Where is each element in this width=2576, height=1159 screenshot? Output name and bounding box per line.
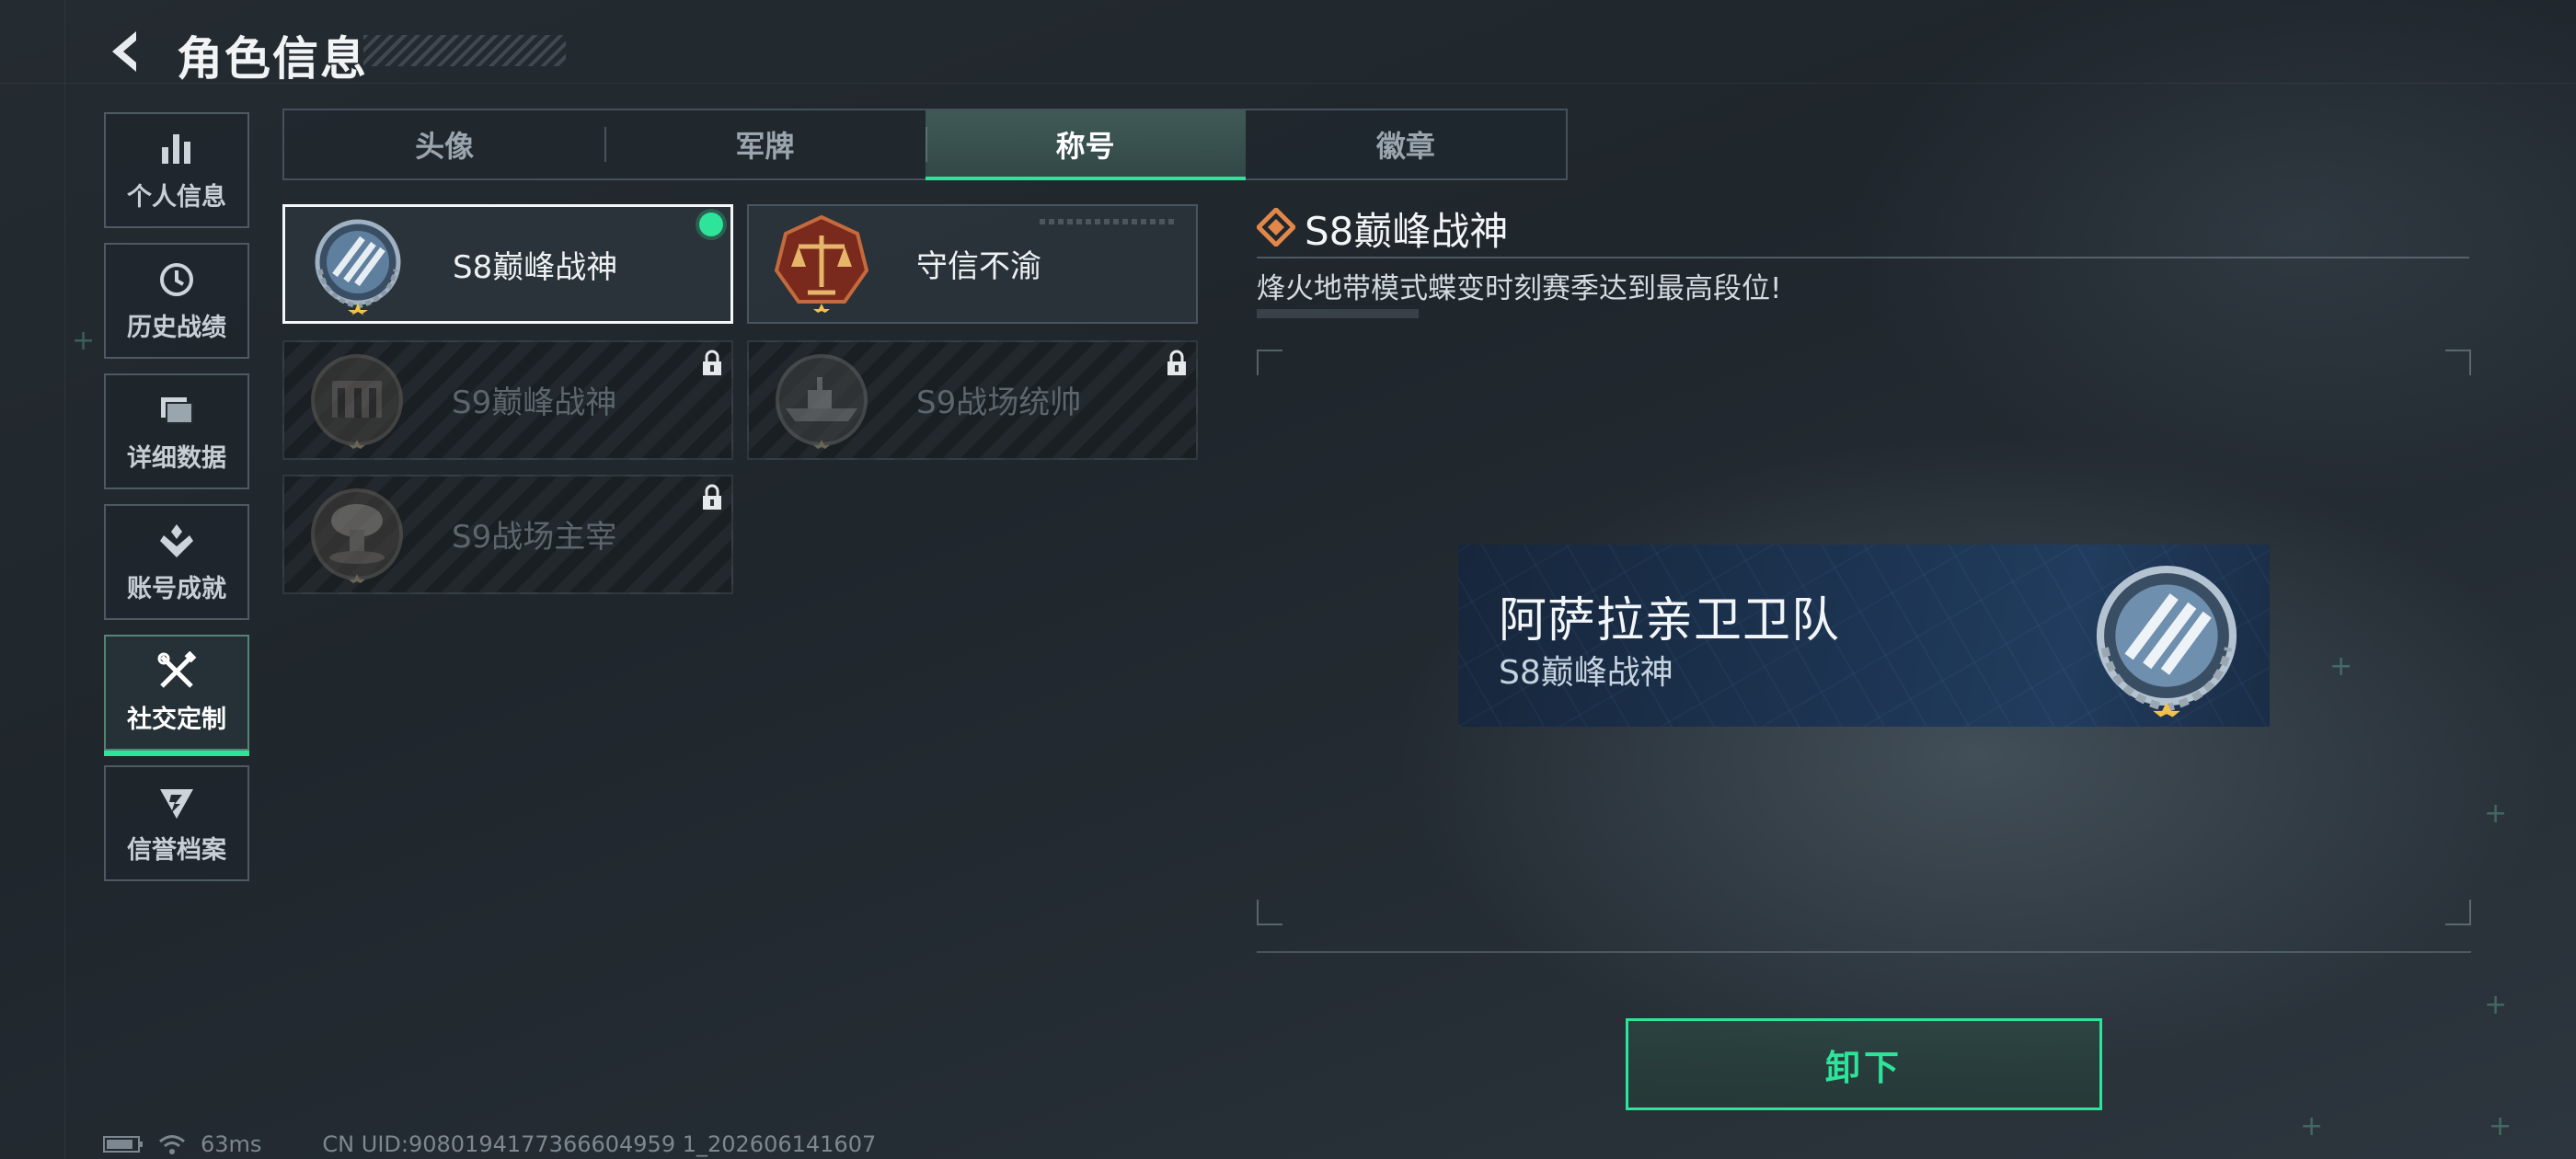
title-card-s9-peak[interactable]: S9巅峰战神 [282,340,733,460]
detail-decoration [1257,309,1419,318]
frame-corner [2445,350,2471,375]
tab-avatar[interactable]: 头像 [284,110,604,178]
title-card-label: S8巅峰战神 [453,249,618,286]
mushroom-cloud-emblem-icon [306,484,408,585]
folder-icon [156,390,197,430]
unequip-button-label: 卸下 [1824,1047,1903,1088]
title-card-s9-dominator[interactable]: S9战场主宰 [282,475,733,594]
uid-text: CN UID:9080194177366604959 1_20260614160… [322,1131,877,1157]
sidebar-item-label: 个人信息 [127,182,226,212]
clock-icon [156,259,197,300]
detail-description: 烽火地带模式蝶变时刻赛季达到最高段位! [1257,272,1782,305]
bar-chart-icon [156,129,197,169]
page-title: 角色信息 [177,32,368,86]
back-arrow-icon [112,31,136,72]
frame-corner [1257,350,1282,375]
sidebar-item-history[interactable]: 历史战绩 [104,243,249,359]
nameplate-preview: 阿萨拉亲卫卫队 S8巅峰战神 [1458,545,2270,727]
title-card-label: S9巅峰战神 [452,384,617,421]
diamond-icon [1257,208,1295,247]
nameplate-title: S8巅峰战神 [1499,654,1673,692]
detail-title: S8巅峰战神 [1305,209,1509,254]
title-card-s8-peak[interactable]: S8巅峰战神 [282,204,733,324]
status-bar: 63ms CN UID:9080194177366604959 1_202606… [103,1131,876,1157]
sidebar-item-details[interactable]: 详细数据 [104,373,249,489]
title-card-s9-commander[interactable]: S9战场统帅 [747,340,1198,460]
sidebar-item-label: 信誉档案 [127,835,226,865]
title-card-keep-faith[interactable]: 守信不渝 [747,204,1198,324]
battery-icon [103,1136,143,1153]
sidebar-item-social-customization[interactable]: 社交定制 [104,635,249,756]
sidebar-item-label: 账号成就 [127,574,226,603]
sidebar-item-profile[interactable]: 个人信息 [104,112,249,228]
sidebar-item-label: 历史战绩 [127,313,226,342]
title-card-label: 守信不渝 [916,248,1041,285]
nameplate-player-name: 阿萨拉亲卫卫队 [1499,593,1841,648]
category-tabs: 头像 军牌 称号 徽章 [282,109,1568,180]
divider [1257,951,2471,953]
tab-badge[interactable]: 徽章 [1246,110,1566,178]
warship-emblem-icon [771,350,872,451]
shield-icon [156,782,197,822]
frame-corner [2445,900,2471,925]
divider [1257,257,2469,258]
lock-icon [703,484,721,510]
title-decoration [363,35,566,66]
tab-dogtag[interactable]: 军牌 [604,110,925,178]
achievement-icon [156,521,197,561]
title-card-label: S9战场统帅 [916,384,1082,421]
lock-icon [1167,350,1186,375]
scales-emblem-icon [771,213,872,315]
frame-corner [1257,900,1282,925]
laurel-stripes-emblem-icon [307,214,408,316]
wifi-icon [159,1135,185,1154]
lock-icon [703,350,721,375]
ping-text: 63ms [201,1131,262,1157]
back-button[interactable] [101,24,156,79]
laurel-stripes-emblem-icon [2084,557,2249,723]
tools-icon [156,650,197,692]
card-microtext [1040,219,1178,224]
sidebar-item-achievements[interactable]: 账号成就 [104,504,249,620]
sidebar-item-label: 社交定制 [127,705,226,734]
unequip-button[interactable]: 卸下 [1626,1018,2102,1110]
title-card-label: S9战场主宰 [452,519,617,556]
fortress-emblem-icon [306,350,408,451]
sidebar-item-reputation[interactable]: 信誉档案 [104,765,249,881]
sidebar-item-label: 详细数据 [127,443,226,473]
tab-title[interactable]: 称号 [925,110,1247,180]
equipped-indicator [699,212,723,236]
